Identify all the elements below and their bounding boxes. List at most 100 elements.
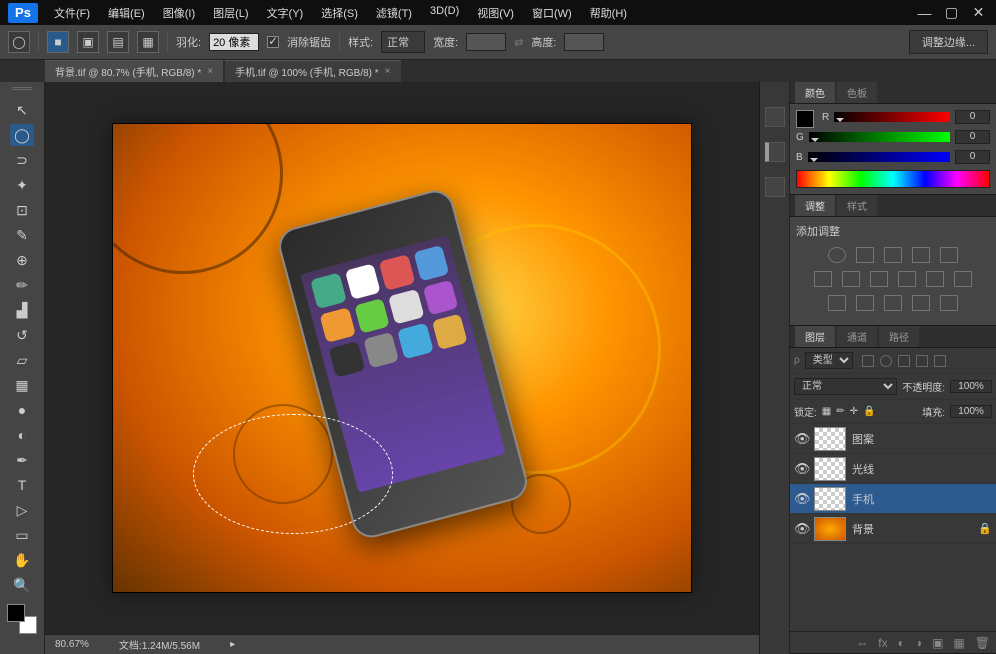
styles-tab[interactable]: 样式 <box>837 195 877 216</box>
filter-shape-icon[interactable] <box>916 355 928 367</box>
b-slider[interactable] <box>808 152 950 162</box>
minimize-button[interactable]: — <box>912 4 937 22</box>
g-slider[interactable] <box>809 132 950 142</box>
layer-thumbnail[interactable] <box>814 457 846 481</box>
color-swatches[interactable] <box>7 604 37 634</box>
exposure-icon[interactable] <box>912 247 930 263</box>
eraser-tool[interactable]: ▱ <box>10 349 34 371</box>
swatches-tab[interactable]: 色板 <box>837 82 877 103</box>
properties-panel-icon[interactable] <box>765 177 785 197</box>
width-input[interactable] <box>466 33 506 51</box>
menu-help[interactable]: 帮助(H) <box>582 2 635 24</box>
move-tool[interactable]: ↖ <box>10 99 34 121</box>
lock-trans-icon[interactable]: ▦ <box>822 406 831 417</box>
threshold-icon[interactable] <box>884 295 902 311</box>
menu-type[interactable]: 文字(Y) <box>259 2 312 24</box>
posterize-icon[interactable] <box>856 295 874 311</box>
new-selection-icon[interactable]: ■ <box>47 31 69 53</box>
close-tab-icon[interactable]: × <box>207 66 213 77</box>
doc-tab-2[interactable]: 手机.tif @ 100% (手机, RGB/8) * × <box>225 60 400 82</box>
actions-panel-icon[interactable] <box>765 142 785 162</box>
status-arrow-icon[interactable]: ▸ <box>230 639 235 650</box>
layer-row[interactable]: 👁 光线 <box>790 454 996 484</box>
feather-input[interactable] <box>209 33 259 51</box>
invert-icon[interactable] <box>828 295 846 311</box>
layer-name[interactable]: 背景 <box>852 521 972 537</box>
menu-view[interactable]: 视图(V) <box>469 2 522 24</box>
curves-icon[interactable] <box>884 247 902 263</box>
adjustments-tab[interactable]: 调整 <box>795 195 835 216</box>
bw-icon[interactable] <box>870 271 888 287</box>
gradient-map-icon[interactable] <box>912 295 930 311</box>
crop-tool[interactable]: ⊡ <box>10 199 34 221</box>
menu-image[interactable]: 图像(I) <box>155 2 203 24</box>
link-layers-icon[interactable]: ⇔ <box>856 636 868 650</box>
heal-tool[interactable]: ⊕ <box>10 249 34 271</box>
vibrance-icon[interactable] <box>940 247 958 263</box>
new-layer-icon[interactable]: ▦ <box>953 636 964 650</box>
lock-pos-icon[interactable]: ✛ <box>850 406 858 417</box>
layer-thumbnail[interactable] <box>814 517 846 541</box>
opacity-input[interactable] <box>950 380 992 393</box>
dodge-tool[interactable]: ◐ <box>10 424 34 446</box>
layer-name[interactable]: 手机 <box>852 491 992 507</box>
gradient-tool[interactable]: ▦ <box>10 374 34 396</box>
fg-color-swatch[interactable] <box>796 110 814 128</box>
close-button[interactable]: ✕ <box>966 4 991 22</box>
layer-row[interactable]: 👁 图案 <box>790 424 996 454</box>
history-brush-tool[interactable]: ↺ <box>10 324 34 346</box>
eyedropper-tool[interactable]: ✎ <box>10 224 34 246</box>
path-select-tool[interactable]: ▷ <box>10 499 34 521</box>
paths-tab[interactable]: 路径 <box>879 326 919 347</box>
blur-tool[interactable]: ● <box>10 399 34 421</box>
stamp-tool[interactable]: ▟ <box>10 299 34 321</box>
menu-filter[interactable]: 滤镜(T) <box>368 2 420 24</box>
layer-row[interactable]: 👁 背景 🔒 <box>790 514 996 544</box>
lookup-icon[interactable] <box>954 271 972 287</box>
subtract-selection-icon[interactable]: ▤ <box>107 31 129 53</box>
fx-icon[interactable]: fx <box>878 636 887 650</box>
doc-tab-1[interactable]: 背景.tif @ 80.7% (手机, RGB/8) * × <box>45 60 223 82</box>
fill-input[interactable] <box>950 405 992 418</box>
menu-edit[interactable]: 编辑(E) <box>100 2 153 24</box>
wand-tool[interactable]: ✦ <box>10 174 34 196</box>
add-selection-icon[interactable]: ▣ <box>77 31 99 53</box>
layer-filter-select[interactable]: 类型 <box>805 352 853 369</box>
menu-layer[interactable]: 图层(L) <box>205 2 256 24</box>
zoom-tool[interactable]: 🔍 <box>10 574 34 596</box>
visibility-icon[interactable]: 👁 <box>794 461 808 477</box>
group-icon[interactable]: ▣ <box>932 636 943 650</box>
lock-paint-icon[interactable]: ✏ <box>836 406 844 417</box>
visibility-icon[interactable]: 👁 <box>794 431 808 447</box>
layers-tab[interactable]: 图层 <box>795 326 835 347</box>
g-value[interactable]: 0 <box>955 130 990 144</box>
photo-filter-icon[interactable] <box>898 271 916 287</box>
mask-icon[interactable]: ◐ <box>898 636 905 650</box>
layer-thumbnail[interactable] <box>814 487 846 511</box>
menu-file[interactable]: 文件(F) <box>46 2 98 24</box>
b-value[interactable]: 0 <box>955 150 990 164</box>
height-input[interactable] <box>564 33 604 51</box>
filter-type-icon[interactable] <box>898 355 910 367</box>
visibility-icon[interactable]: 👁 <box>794 491 808 507</box>
balance-icon[interactable] <box>842 271 860 287</box>
shape-tool[interactable]: ▭ <box>10 524 34 546</box>
layer-name[interactable]: 光线 <box>852 461 992 477</box>
color-tab[interactable]: 颜色 <box>795 82 835 103</box>
layer-row[interactable]: 👁 手机 <box>790 484 996 514</box>
swap-wh-icon[interactable]: ⇄ <box>514 36 523 49</box>
levels-icon[interactable] <box>856 247 874 263</box>
intersect-selection-icon[interactable]: ▦ <box>137 31 159 53</box>
filter-pixel-icon[interactable] <box>862 355 874 367</box>
hand-tool[interactable]: ✋ <box>10 549 34 571</box>
delete-layer-icon[interactable]: 🗑 <box>975 636 990 650</box>
type-tool[interactable]: T <box>10 474 34 496</box>
history-panel-icon[interactable] <box>765 107 785 127</box>
pen-tool[interactable]: ✒ <box>10 449 34 471</box>
canvas-viewport[interactable] <box>45 82 759 634</box>
menu-select[interactable]: 选择(S) <box>313 2 366 24</box>
filter-adjust-icon[interactable] <box>880 355 892 367</box>
blend-mode-select[interactable]: 正常 <box>794 378 897 395</box>
selective-icon[interactable] <box>940 295 958 311</box>
layer-name[interactable]: 图案 <box>852 431 992 447</box>
